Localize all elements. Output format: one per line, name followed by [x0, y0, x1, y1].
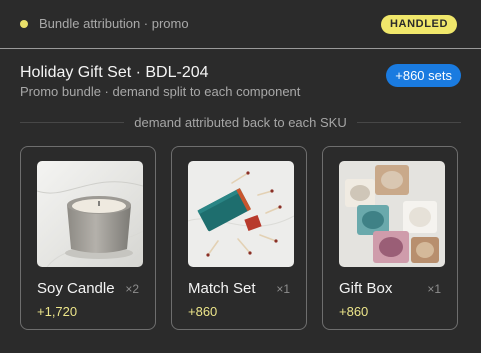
- component-demand-delta: +1,720: [37, 304, 78, 319]
- component-demand-delta: +860: [339, 304, 369, 319]
- component-card-gift-box[interactable]: Gift Box ×1 +860: [322, 146, 458, 330]
- header-divider: [0, 48, 481, 49]
- component-qty: ×1: [276, 282, 290, 296]
- section-label: demand attributed back to each SKU: [134, 114, 347, 130]
- component-qty: ×2: [125, 282, 139, 296]
- bundle-subtitle: Promo bundle · demand split to each comp…: [20, 84, 301, 99]
- panel-header-title: Bundle attribution · promo: [39, 16, 189, 31]
- section-separator: demand attributed back to each SKU: [20, 113, 461, 131]
- component-name: Gift Box: [339, 280, 393, 297]
- component-card-match-set[interactable]: Match Set ×1 +860: [171, 146, 307, 330]
- component-name: Match Set: [188, 280, 256, 297]
- bundle-title: Holiday Gift Set · BDL-204: [20, 64, 209, 81]
- component-name: Soy Candle: [37, 280, 115, 297]
- status-badge: HANDLED: [381, 15, 457, 34]
- component-demand-delta: +860: [188, 304, 218, 319]
- sets-delta-pill: +860 sets: [386, 64, 461, 87]
- bundle-attribution-panel: Bundle attribution · promo HANDLED Holid…: [0, 0, 481, 353]
- candle-photo: [37, 161, 143, 267]
- component-qty: ×1: [427, 282, 441, 296]
- component-card-soy-candle[interactable]: Soy Candle ×2 +1,720: [20, 146, 156, 330]
- panel-header: Bundle attribution · promo HANDLED: [0, 0, 481, 48]
- separator-line-left: [20, 121, 125, 123]
- giftbox-photo: [339, 161, 445, 267]
- separator-line-right: [356, 121, 461, 123]
- matches-photo: [188, 161, 294, 267]
- status-dot-icon: [20, 20, 28, 28]
